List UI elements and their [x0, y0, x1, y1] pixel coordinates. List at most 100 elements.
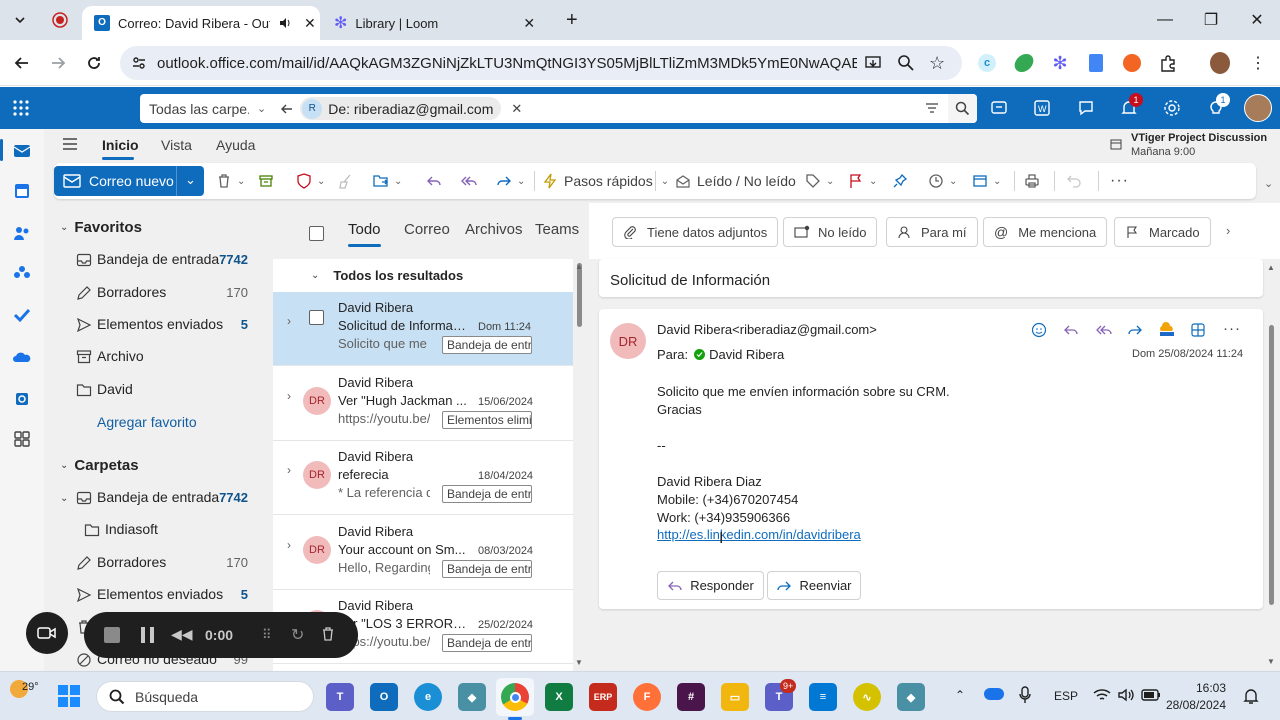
scroll-up-icon[interactable]: ▲ [575, 262, 583, 271]
flag-button[interactable]: ⌄ [848, 163, 877, 199]
snooze-button[interactable]: ⌄ [928, 163, 957, 199]
stop-recording-button[interactable] [104, 627, 120, 643]
expand-folder-icon[interactable]: ⌄ [60, 493, 68, 504]
filter-tab-todo[interactable]: Todo [348, 221, 381, 238]
extension-leaf-icon[interactable] [1012, 53, 1036, 73]
camera-toggle-button[interactable] [26, 612, 68, 654]
cloud-addin-icon[interactable] [1157, 321, 1177, 339]
meet-now-icon[interactable] [988, 97, 1010, 119]
taskbar-search[interactable]: Búsqueda [96, 681, 314, 712]
account-avatar[interactable] [1244, 94, 1272, 122]
extensions-puzzle-icon[interactable] [1158, 53, 1178, 73]
add-favorite-link[interactable]: Agregar favorito [44, 406, 273, 438]
reply-all-button[interactable] [460, 163, 478, 199]
tab-outlook[interactable]: O Correo: David Ribera - Outlook ✕ [82, 6, 320, 40]
expand-thread-icon[interactable]: › [287, 538, 291, 552]
volume-icon[interactable] [1117, 687, 1135, 703]
browser-menu-icon[interactable]: ⋮ [1248, 53, 1268, 73]
search-filter-chip[interactable]: R De: riberadiaz@gmail.com [300, 97, 502, 120]
delete-recording-icon[interactable] [320, 626, 336, 642]
folder-item[interactable]: ⌄ Bandeja de entrada 7742 [44, 482, 273, 514]
sweep-button[interactable] [338, 163, 354, 199]
excel-icon[interactable]: X [545, 683, 573, 711]
folder-item[interactable]: David [44, 374, 273, 406]
read-unread-button[interactable]: Leído / No leído [675, 163, 796, 199]
slack-icon[interactable]: # [677, 683, 705, 711]
search-icon[interactable] [948, 94, 977, 123]
filter-icon[interactable] [925, 101, 939, 115]
address-bar[interactable]: outlook.office.com/mail/id/AAQkAGM3ZGNiN… [120, 46, 962, 80]
site-info-icon[interactable] [130, 54, 148, 72]
pause-button[interactable] [141, 627, 154, 643]
edge-icon[interactable]: e [414, 683, 442, 711]
message-folder-tag[interactable]: Bandeja de entrada [442, 485, 532, 503]
notification-bell-icon[interactable] [1243, 687, 1259, 705]
filter-tab-archivos[interactable]: Archivos [465, 221, 523, 238]
close-window-icon[interactable]: ✕ [1234, 0, 1280, 40]
filter-tab-teams[interactable]: Teams [535, 221, 579, 238]
zoom-icon[interactable] [897, 54, 915, 72]
tab-inicio[interactable]: Inicio [102, 137, 139, 153]
app-orb-icon[interactable]: ∿ [853, 683, 881, 711]
message-checkbox[interactable] [309, 310, 324, 325]
undo-button[interactable] [1066, 163, 1082, 199]
chevron-down-icon[interactable]: ⌄ [257, 102, 266, 115]
outlook-app-icon[interactable] [10, 387, 34, 411]
tab-search-icon[interactable] [8, 8, 32, 32]
expand-thread-icon[interactable]: › [287, 389, 291, 403]
print-button[interactable] [1024, 163, 1040, 199]
mail-icon[interactable] [10, 139, 34, 163]
list-scrollbar[interactable] [577, 263, 582, 327]
move-to-button[interactable]: ⌄ [372, 163, 402, 199]
forward-icon[interactable] [48, 53, 68, 73]
clock-time[interactable]: 16:03 [1170, 681, 1226, 695]
battery-icon[interactable] [1141, 688, 1161, 702]
folder-item[interactable]: Borradores 170 [44, 277, 273, 309]
chevron-right-icon[interactable]: › [1226, 223, 1230, 238]
folder-item[interactable]: Elementos enviados 5 [44, 309, 273, 341]
forward-icon[interactable] [1127, 322, 1143, 338]
restore-icon[interactable]: ❐ [1188, 0, 1234, 40]
tray-overflow-icon[interactable]: ⌃ [955, 688, 965, 702]
archive-button[interactable] [258, 163, 274, 199]
hamburger-menu-icon[interactable] [62, 137, 78, 151]
tips-icon[interactable]: 1 [1205, 93, 1230, 119]
scroll-up-icon[interactable]: ▲ [1267, 263, 1275, 272]
search-back-icon[interactable] [280, 102, 294, 116]
results-header[interactable]: ⌄ Todos los resultados [273, 259, 573, 292]
new-mail-button[interactable]: Correo nuevo ⌄ [54, 166, 204, 196]
firefox-icon[interactable]: F [633, 683, 661, 711]
forward-button[interactable]: ⌄ [496, 163, 525, 199]
extension-loom-icon[interactable]: ✻ [1050, 53, 1070, 73]
expand-thread-icon[interactable]: › [287, 463, 291, 477]
pin-button[interactable] [892, 163, 908, 199]
file-explorer-icon[interactable]: ▭ [721, 683, 749, 711]
todo-icon[interactable] [10, 303, 34, 327]
message-folder-tag[interactable]: Elementos eliminados [442, 410, 532, 429]
app-diamond-2-icon[interactable]: ◆ [897, 683, 925, 711]
filter-tab-correo[interactable]: Correo [404, 221, 450, 238]
message-folder-tag[interactable]: Bandeja de entrada [442, 634, 532, 652]
close-tab-icon[interactable]: ✕ [304, 15, 316, 32]
delete-button[interactable]: ⌄ [216, 163, 245, 199]
filter-unread-button[interactable]: No leído [783, 217, 878, 247]
teams-icon[interactable]: T [326, 683, 354, 711]
reply-icon[interactable] [1063, 322, 1079, 338]
reply-all-icon[interactable] [1095, 322, 1113, 338]
favorites-header[interactable]: ⌄ Favoritos [44, 211, 273, 243]
remove-chip-icon[interactable]: ✕ [511, 101, 522, 117]
filter-to-me-button[interactable]: Para mí [886, 217, 978, 247]
folder-item[interactable]: Elementos enviados 5 [44, 579, 273, 611]
apps-addin-icon[interactable] [1190, 322, 1206, 338]
outlook-taskbar-icon[interactable]: O [370, 683, 398, 711]
scroll-down-icon[interactable]: ▼ [575, 658, 583, 667]
reload-icon[interactable] [84, 53, 104, 73]
email-from[interactable]: David Ribera<riberadiaz@gmail.com> [657, 322, 877, 337]
settings-gear-icon[interactable] [1161, 97, 1183, 119]
message-folder-tag[interactable]: Bandeja de entrada [442, 336, 532, 354]
tab-vista[interactable]: Vista [161, 137, 192, 153]
chevron-down-icon[interactable]: ⌄ [185, 172, 196, 188]
close-tab-icon[interactable]: ✕ [523, 15, 535, 32]
windows-start-icon[interactable] [58, 685, 80, 707]
minimize-icon[interactable]: — [1142, 0, 1188, 40]
